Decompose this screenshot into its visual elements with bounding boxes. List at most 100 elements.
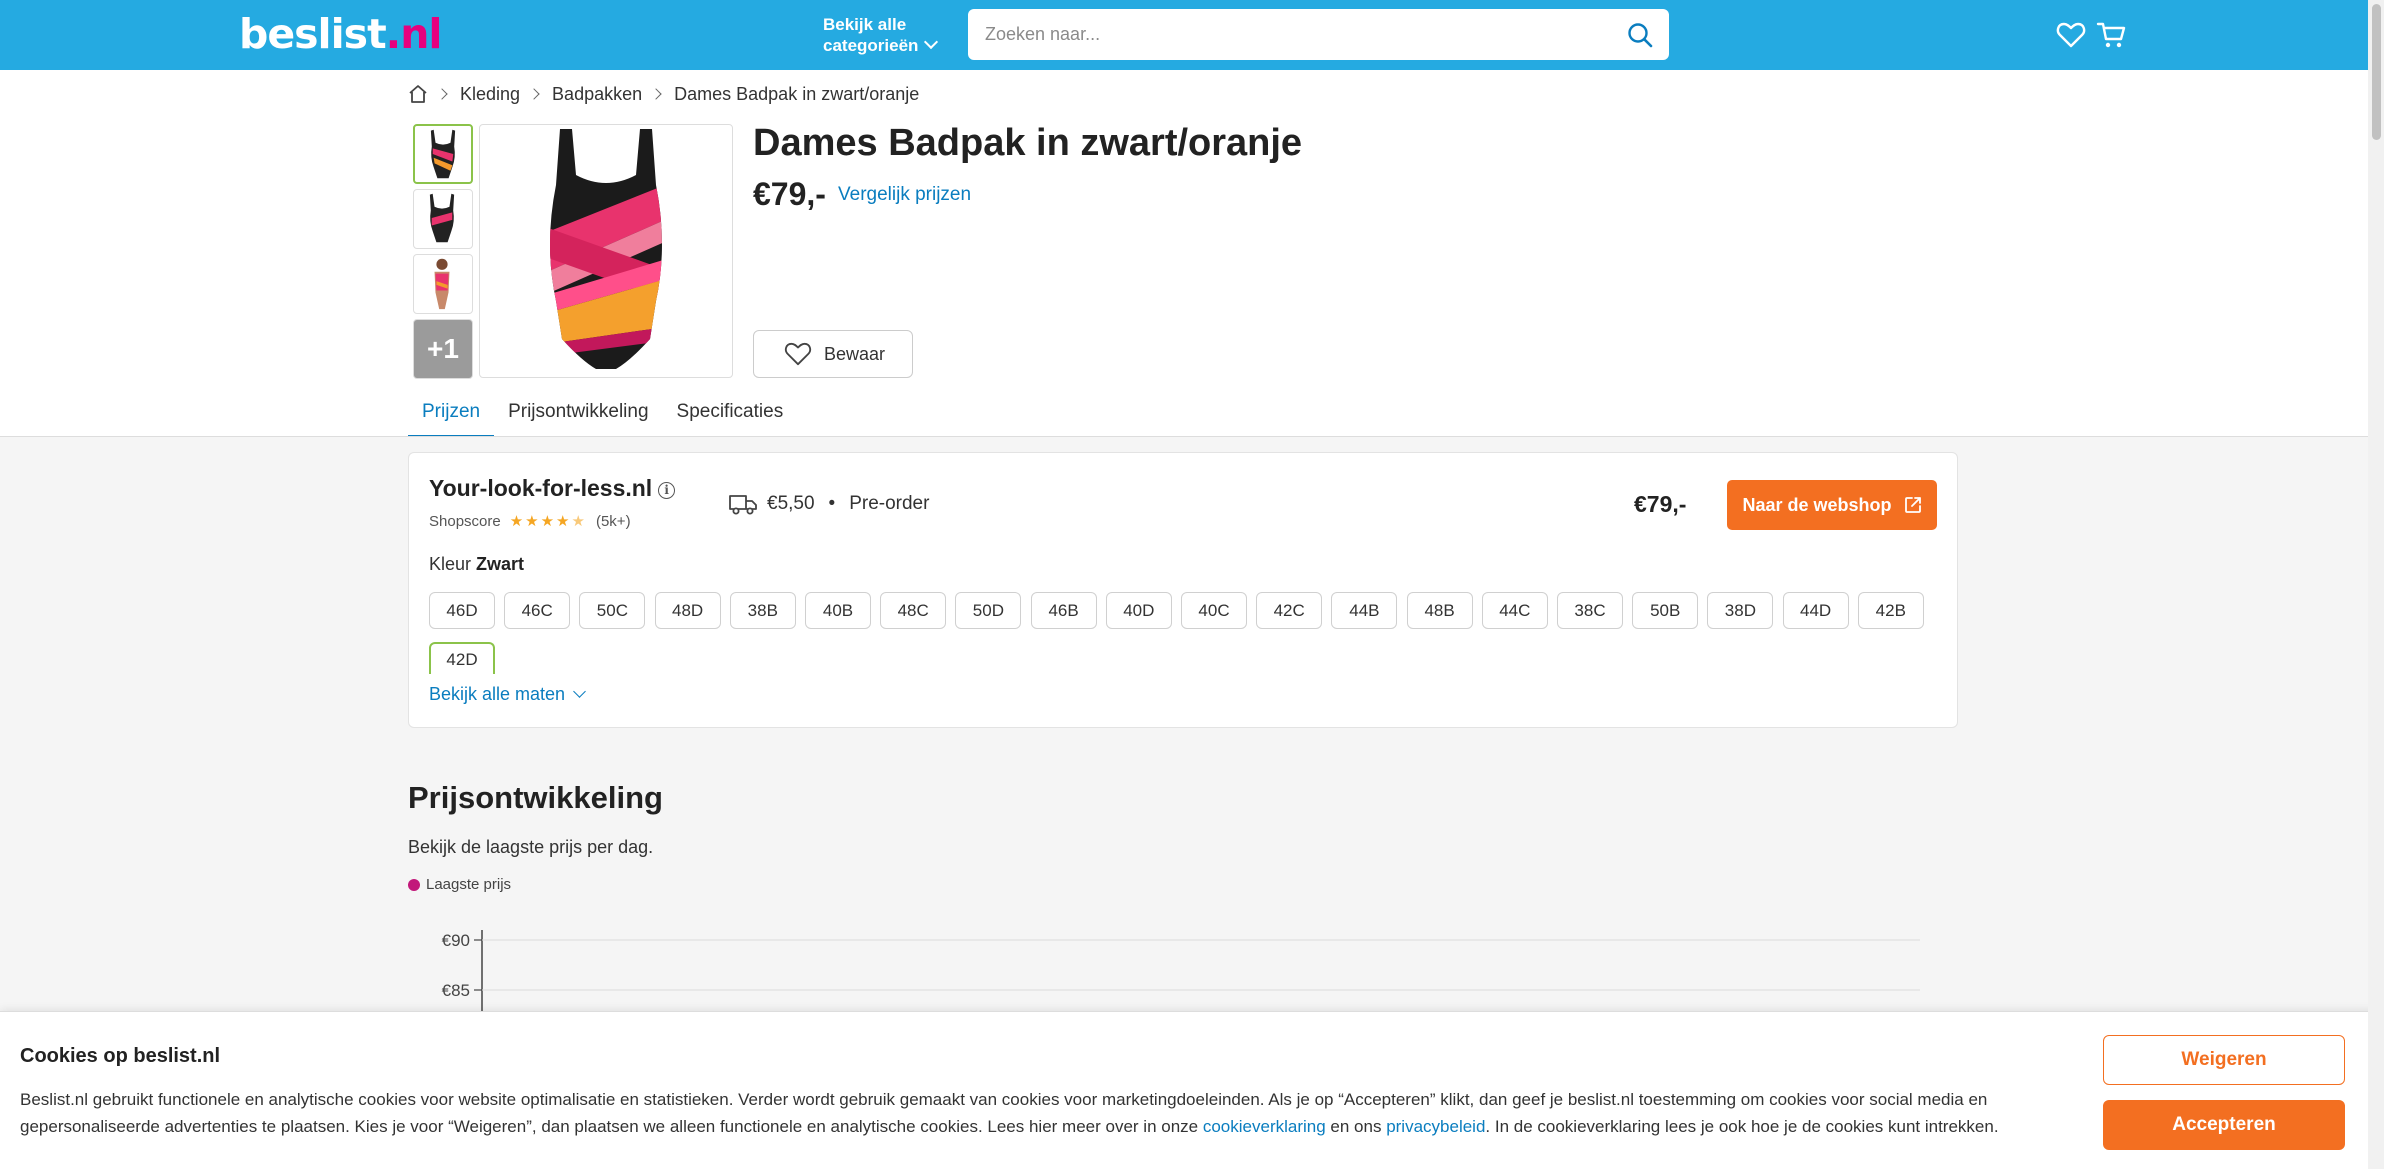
chart-legend: Laagste prijs	[408, 876, 511, 893]
all-categories-button[interactable]: Bekijk alle categorieën	[823, 14, 939, 56]
size-option[interactable]: 38C	[1557, 592, 1623, 629]
size-option[interactable]: 42D	[429, 642, 495, 674]
size-option[interactable]: 40C	[1181, 592, 1247, 629]
product-thumbnail[interactable]	[413, 124, 473, 184]
size-option[interactable]: 46B	[1030, 592, 1097, 629]
size-option[interactable]: 38B	[729, 592, 796, 629]
size-option[interactable]: 44C	[1481, 592, 1548, 629]
logo-tld-text: .nl	[385, 10, 443, 58]
swimsuit-back-image	[429, 193, 455, 243]
tab-prijzen[interactable]: Prijzen	[408, 398, 495, 438]
page-scrollbar[interactable]	[2368, 0, 2384, 1169]
y-tick-label: €85	[442, 981, 470, 1000]
categories-label-line1: Bekijk alle	[823, 15, 907, 34]
color-row: Kleur Zwart	[429, 554, 524, 575]
price-history-chart: €90 €85	[442, 930, 1920, 1020]
tabs-divider	[0, 436, 2384, 437]
color-value: Zwart	[476, 554, 525, 574]
legend-dot	[408, 878, 420, 891]
search-input[interactable]	[985, 9, 1585, 60]
shop-name[interactable]: Your-look-for-less.nl	[429, 475, 652, 501]
price-history-subtitle: Bekijk de laagste prijs per dag.	[408, 837, 654, 857]
more-images-thumbnail[interactable]: +1	[413, 319, 473, 379]
external-link-icon	[1904, 497, 1921, 513]
webshop-button-label: Naar de webshop	[1742, 494, 1892, 515]
shop-name-row: Your-look-for-less.nl i	[429, 475, 676, 502]
accept-cookies-button[interactable]: Accepteren	[2103, 1100, 2345, 1150]
shipping-info: €5,50 • Pre-order	[729, 493, 929, 515]
cookie-title: Cookies op beslist.nl	[20, 1045, 221, 1067]
cookie-text: Beslist.nl gebruikt functionele en analy…	[20, 1086, 2080, 1140]
tab-prijsontwikkeling[interactable]: Prijsontwikkeling	[494, 398, 662, 438]
size-option[interactable]: 38D	[1707, 592, 1774, 629]
size-option[interactable]: 50B	[1632, 592, 1699, 629]
size-option[interactable]: 46D	[429, 592, 495, 629]
color-label: Kleur	[429, 554, 472, 574]
save-button[interactable]: Bewaar	[753, 330, 913, 378]
offer-card: Your-look-for-less.nl i Shopscore ★★★★★ (…	[408, 452, 1958, 728]
privacy-policy-link[interactable]: privacybeleid	[1386, 1117, 1485, 1136]
separator-dot: •	[828, 493, 836, 514]
price-history-title: Prijsontwikkeling	[408, 780, 663, 815]
tab-specificaties[interactable]: Specificaties	[663, 398, 798, 438]
delivery-truck-icon	[729, 495, 757, 515]
breadcrumb-badpakken[interactable]: Badpakken	[552, 84, 642, 105]
size-option[interactable]: 50D	[955, 592, 1022, 629]
shopscore: Shopscore ★★★★★ (5k+)	[429, 512, 631, 531]
product-title: Dames Badpak in zwart/oranje	[753, 122, 1303, 164]
cookie-statement-link[interactable]: cookieverklaring	[1203, 1117, 1326, 1136]
save-button-label: Bewaar	[824, 343, 886, 364]
view-all-sizes-link[interactable]: Bekijk alle maten	[429, 684, 586, 705]
size-option[interactable]: 50C	[579, 592, 646, 629]
product-thumbnail[interactable]	[413, 189, 473, 249]
size-option[interactable]: 44D	[1782, 592, 1849, 629]
beslist-logo[interactable]: beslist.nl	[239, 10, 442, 58]
chevron-right-icon	[528, 88, 540, 100]
breadcrumb-current: Dames Badpak in zwart/oranje	[674, 83, 920, 104]
chevron-down-icon	[573, 685, 586, 698]
y-tick-label: €90	[442, 931, 470, 950]
product-thumbnail[interactable]	[413, 254, 473, 314]
size-option[interactable]: 42C	[1256, 592, 1323, 629]
product-main-image[interactable]	[479, 124, 733, 378]
offer-price: €79,-	[1634, 491, 1687, 517]
availability-status: Pre-order	[849, 493, 930, 514]
cookie-text-part3: . In de cookieverklaring lees je ook hoe…	[1485, 1117, 1999, 1136]
logo-main-text: beslist	[239, 10, 387, 58]
chevron-right-icon	[650, 88, 662, 100]
size-option[interactable]: 40D	[1105, 592, 1172, 629]
shopscore-label: Shopscore	[429, 512, 501, 530]
swimsuit-image	[430, 129, 456, 179]
swimsuit-image	[550, 129, 662, 369]
legend-label: Laagste prijs	[426, 876, 512, 893]
product-tabs: Prijzen Prijsontwikkeling Specificaties	[408, 398, 797, 438]
reject-cookies-button[interactable]: Weigeren	[2103, 1035, 2345, 1085]
size-option[interactable]: 40B	[805, 592, 871, 629]
go-to-webshop-button[interactable]: Naar de webshop	[1727, 480, 1937, 530]
size-option[interactable]: 42B	[1857, 592, 1924, 629]
size-option[interactable]: 48B	[1406, 592, 1473, 629]
view-all-sizes-label: Bekijk alle maten	[429, 684, 566, 704]
scrollbar-thumb[interactable]	[2372, 4, 2381, 140]
cookie-banner: Cookies op beslist.nl Beslist.nl gebruik…	[0, 1011, 2384, 1169]
size-option[interactable]: 44B	[1331, 592, 1398, 629]
search-bar	[968, 9, 1669, 60]
compare-prices-link[interactable]: Vergelijk prijzen	[838, 184, 971, 206]
cookie-text-part2: en ons	[1325, 1117, 1387, 1136]
breadcrumb-kleding[interactable]: Kleding	[460, 84, 520, 105]
product-price: €79,-	[753, 176, 826, 212]
review-count: (5k+)	[595, 512, 631, 530]
model-image	[434, 258, 450, 310]
heart-icon	[784, 342, 812, 366]
rating-stars-icon: ★★★★★	[509, 513, 587, 530]
size-option[interactable]: 46C	[504, 592, 571, 629]
size-option[interactable]: 48C	[880, 592, 947, 629]
size-option[interactable]: 48D	[654, 592, 721, 629]
home-icon[interactable]	[408, 84, 428, 104]
chevron-right-icon	[436, 88, 448, 100]
search-icon[interactable]	[1627, 22, 1653, 48]
info-icon[interactable]: i	[658, 482, 676, 499]
cart-icon[interactable]	[2096, 20, 2126, 50]
chevron-down-icon	[924, 34, 939, 50]
heart-icon[interactable]	[2056, 20, 2086, 50]
